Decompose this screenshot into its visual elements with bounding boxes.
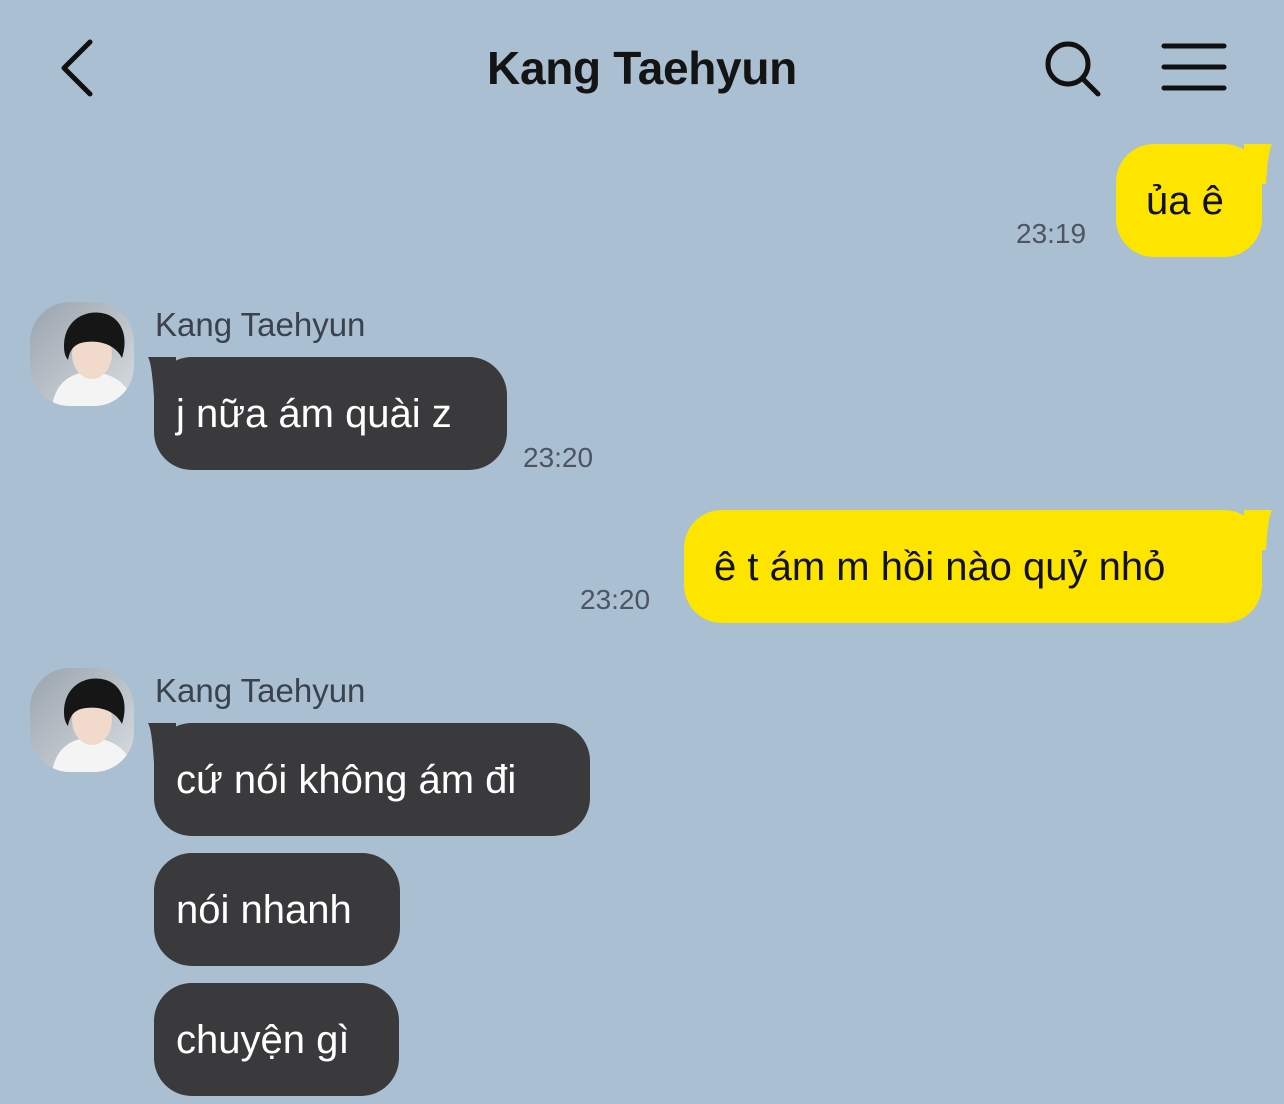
their-message-bubble[interactable]: nói nhanh — [154, 853, 400, 966]
message-text: chuyện gì — [176, 1017, 350, 1062]
search-icon — [1045, 41, 1101, 97]
their-message-bubble[interactable]: cứ nói không ám đi — [154, 723, 590, 836]
sender-name: Kang Taehyun — [155, 306, 366, 343]
bubble-tail — [1244, 510, 1272, 550]
hamburger-menu-icon — [1161, 43, 1227, 91]
message-text: nói nhanh — [176, 887, 352, 932]
profile-photo — [30, 668, 134, 772]
menu-button[interactable] — [1158, 40, 1230, 96]
sender-name: Kang Taehyun — [155, 672, 366, 709]
chevron-left-icon — [61, 39, 93, 97]
message-time: 23:20 — [523, 442, 594, 473]
message-text: j nữa ám quài z — [176, 391, 452, 436]
message-time: 23:20 — [580, 584, 651, 615]
message-text: ê t ám m hồi nào quỷ nhỏ — [714, 544, 1166, 589]
message-time: 23:19 — [1016, 218, 1087, 249]
back-button[interactable] — [50, 34, 110, 102]
my-message-bubble[interactable]: ê t ám m hồi nào quỷ nhỏ — [684, 510, 1262, 623]
avatar[interactable] — [30, 302, 134, 406]
their-message-bubble[interactable]: chuyện gì — [154, 983, 399, 1096]
chat-header: Kang Taehyun — [0, 0, 1284, 135]
bubble-tail — [1244, 144, 1272, 184]
their-message-bubble[interactable]: j nữa ám quài z — [154, 357, 507, 470]
message-text: ủa ê — [1146, 178, 1224, 223]
profile-photo — [30, 302, 134, 406]
my-message-bubble[interactable]: ủa ê — [1116, 144, 1262, 257]
search-button[interactable] — [1040, 36, 1106, 102]
message-text: cứ nói không ám đi — [176, 757, 517, 802]
avatar[interactable] — [30, 668, 134, 772]
